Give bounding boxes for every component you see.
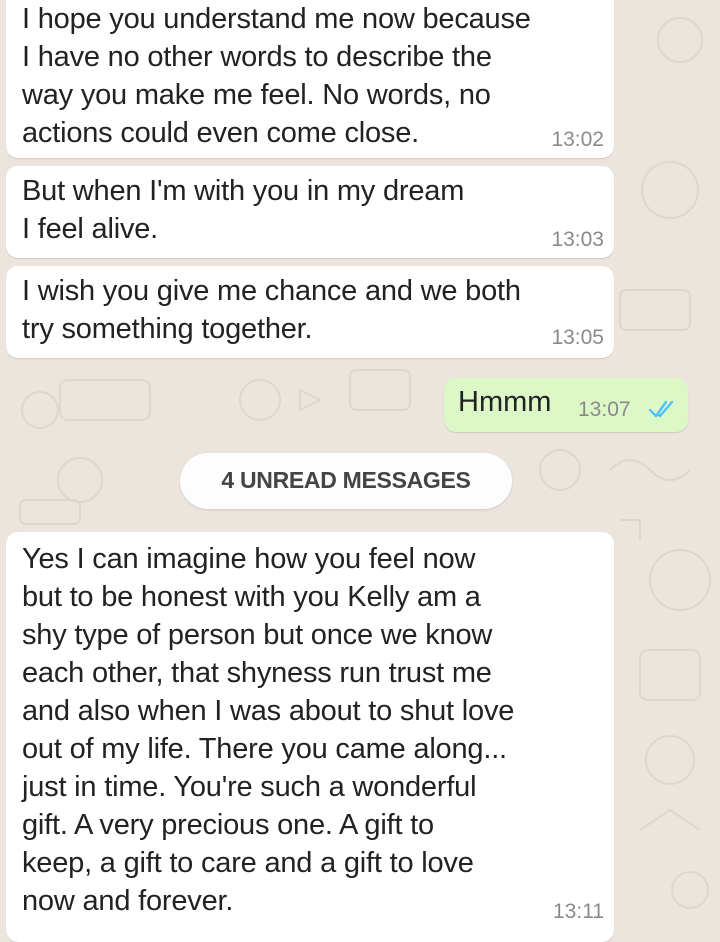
message-bubble[interactable]: I hope you understand me now because I h… (6, 0, 614, 158)
message-text: Hmmm (458, 386, 552, 418)
message-bubble[interactable]: But when I'm with you in my dream I feel… (6, 166, 614, 258)
message-timestamp: 13:03 (551, 228, 604, 251)
message-bubble[interactable]: I wish you give me chance and we both tr… (6, 266, 614, 358)
message-timestamp: 13:07 (578, 398, 631, 421)
message-bubble[interactable]: Yes I can imagine how you feel now but t… (6, 532, 614, 942)
message-timestamp: 13:11 (553, 900, 604, 923)
message-text: Yes I can imagine how you feel now but t… (22, 543, 515, 917)
message-timestamp: 13:02 (551, 128, 604, 151)
double-check-icon (648, 400, 674, 418)
outgoing-message-bubble[interactable]: Hmmm 13:07 (444, 378, 688, 432)
unread-messages-divider: 4 UNREAD MESSAGES (180, 453, 512, 509)
message-timestamp: 13:05 (551, 326, 604, 349)
message-text: But when I'm with you in my dream I feel… (22, 175, 465, 245)
message-text: I wish you give me chance and we both tr… (22, 275, 521, 345)
message-text: I hope you understand me now because I h… (22, 3, 531, 149)
unread-messages-label: 4 UNREAD MESSAGES (221, 467, 471, 493)
